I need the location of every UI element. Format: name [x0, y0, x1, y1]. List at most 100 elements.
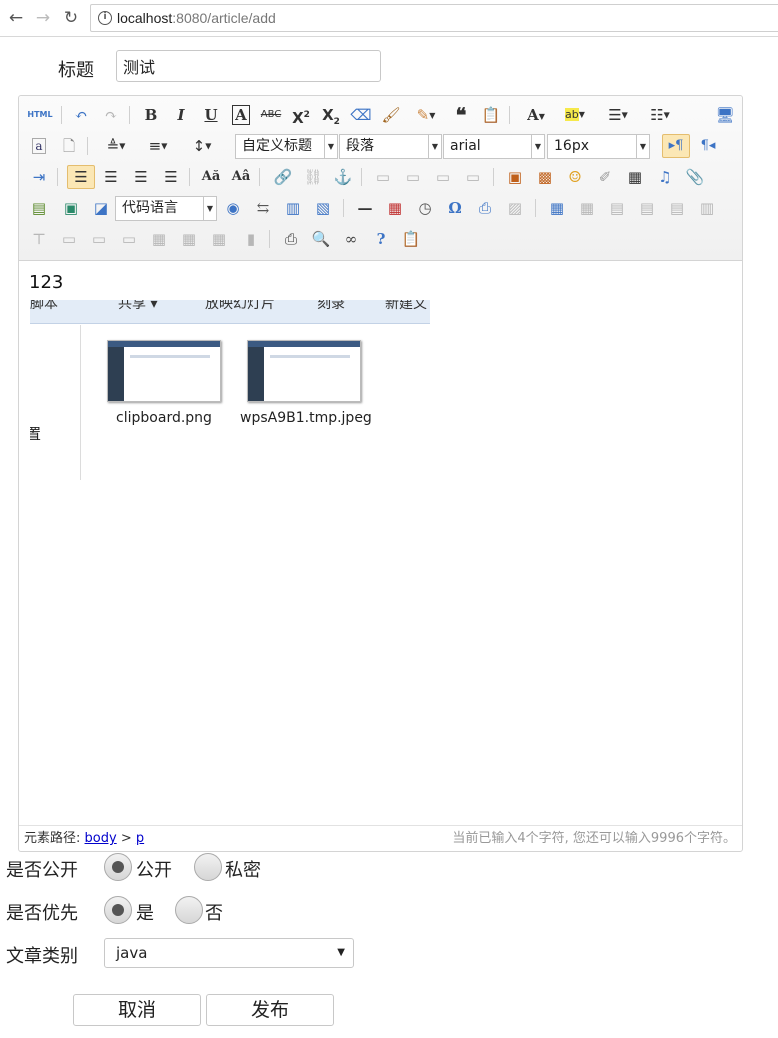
ltr-direction-icon[interactable]: ▸¶	[662, 134, 690, 158]
split-to-rows-icon[interactable]: ▦	[177, 227, 201, 251]
strikethrough-icon[interactable]: ABC	[259, 103, 283, 127]
align-right-icon[interactable]: ☰	[129, 165, 153, 189]
insert-row-icon[interactable]: ▤	[635, 196, 659, 220]
horizontal-rule-icon[interactable]: —	[353, 196, 377, 220]
time-icon[interactable]: ◷	[413, 196, 437, 220]
drafts-icon[interactable]: 📋	[399, 227, 423, 251]
indent-icon[interactable]: ⇥	[27, 165, 51, 189]
search-replace-icon[interactable]: ∞	[339, 227, 363, 251]
priority-no-radio[interactable]	[175, 896, 203, 924]
split-to-cols-icon[interactable]: ▦	[207, 227, 231, 251]
template-icon[interactable]: ▥	[281, 196, 305, 220]
attachment-icon[interactable]: 📎	[683, 165, 707, 189]
image-left-icon[interactable]: ▭	[401, 165, 425, 189]
delete-table-icon[interactable]: ▦	[575, 196, 599, 220]
directionality-icon[interactable]: a	[27, 134, 51, 158]
image-center-icon[interactable]: ▭	[461, 165, 485, 189]
superscript-icon[interactable]: X2	[289, 103, 313, 127]
music-icon[interactable]: ♫	[653, 165, 677, 189]
forward-icon[interactable]: →	[32, 7, 54, 29]
insert-paragraph-before-table-icon[interactable]: ▤	[605, 196, 629, 220]
editor-content-text[interactable]: 123	[29, 272, 63, 293]
cancel-button[interactable]: 取消	[73, 994, 201, 1026]
blockquote-icon[interactable]: ❝	[449, 103, 473, 127]
pasted-screenshot-image[interactable]: 脚本 共享 ▾ 放映幻灯片 刻录 新建文 置 clipboard.png wps…	[30, 300, 430, 480]
align-justify-icon[interactable]: ☰	[159, 165, 183, 189]
paragraph-select[interactable]: 段落 ▼	[339, 134, 442, 159]
preview-icon[interactable]: 🔍	[309, 227, 333, 251]
unlink-icon[interactable]: ⛓	[301, 165, 325, 189]
fullscreen-icon[interactable]: 🖥	[713, 103, 737, 127]
code-language-select[interactable]: 代码语言 ▼	[115, 196, 217, 221]
rowspacing-bottom-icon[interactable]: ≡▼	[139, 134, 177, 158]
print-icon[interactable]: ⎙	[279, 227, 303, 251]
background-color-icon[interactable]: ab▼	[557, 103, 593, 127]
insert-video-icon[interactable]: ▦	[623, 165, 647, 189]
format-brush-icon[interactable]: 🖌	[379, 103, 403, 127]
font-border-icon[interactable]: A	[229, 103, 253, 127]
redo-icon[interactable]: ↷	[99, 103, 123, 127]
paste-plain-icon[interactable]: 📋	[479, 103, 503, 127]
autotypeset-icon[interactable]: ✎▼	[409, 103, 443, 127]
public-radio[interactable]	[104, 853, 132, 881]
category-select[interactable]: java ▼	[104, 938, 354, 968]
underline-icon[interactable]: U	[199, 103, 223, 127]
font-family-select[interactable]: arial ▼	[443, 134, 545, 159]
merge-cells-icon[interactable]: ▭	[57, 227, 81, 251]
delete-row-icon[interactable]: ▤	[665, 196, 689, 220]
background-icon[interactable]: ▧	[311, 196, 335, 220]
align-left-icon[interactable]: ☰	[67, 165, 95, 189]
subscript-icon[interactable]: X2	[319, 103, 343, 127]
path-p-link[interactable]: p	[136, 831, 144, 846]
image-none-icon[interactable]: ▭	[371, 165, 395, 189]
title-input[interactable]	[116, 50, 381, 82]
unordered-list-icon[interactable]: ☷▼	[641, 103, 679, 127]
simple-upload-icon[interactable]: ▣	[503, 165, 527, 189]
insert-code-icon[interactable]: ◉	[221, 196, 245, 220]
date-icon[interactable]: ▦	[383, 196, 407, 220]
page-break-icon[interactable]: ⇆	[251, 196, 275, 220]
path-body-link[interactable]: body	[85, 831, 117, 846]
insert-frame-icon[interactable]: ◪	[89, 196, 113, 220]
reload-icon[interactable]: ↻	[60, 7, 82, 29]
delete-col-icon[interactable]: ⊤	[27, 227, 51, 251]
link-icon[interactable]: 🔗	[271, 165, 295, 189]
font-size-select[interactable]: 16px ▼	[547, 134, 650, 159]
priority-yes-radio[interactable]	[104, 896, 132, 924]
help-icon[interactable]: ?	[369, 227, 393, 251]
align-center-icon[interactable]: ☰	[99, 165, 123, 189]
bold-icon[interactable]: B	[139, 103, 163, 127]
rowspacing-top-icon[interactable]: ≜▼	[97, 134, 135, 158]
ordered-list-icon[interactable]: ☰▼	[599, 103, 637, 127]
insert-table-icon[interactable]: ▦	[545, 196, 569, 220]
undo-icon[interactable]: ↶	[69, 103, 93, 127]
to-lowercase-icon[interactable]: Aâ	[229, 165, 253, 189]
to-uppercase-icon[interactable]: Aă	[199, 165, 223, 189]
emotion-icon[interactable]: ☺	[563, 165, 587, 189]
gmap-icon[interactable]: ▣	[59, 196, 83, 220]
html-source-button[interactable]: HTML	[25, 103, 55, 127]
font-color-icon[interactable]: A▼	[519, 103, 553, 127]
map-icon[interactable]: ▤	[27, 196, 51, 220]
charts-icon[interactable]: ▮	[239, 227, 263, 251]
wordimage-icon[interactable]: ⎙	[473, 196, 497, 220]
address-bar[interactable]: i localhost:8080/article/add	[90, 4, 778, 32]
merge-down-icon[interactable]: ▭	[117, 227, 141, 251]
insert-image-icon[interactable]: ▩	[533, 165, 557, 189]
image-right-icon[interactable]: ▭	[431, 165, 455, 189]
scrawl-icon[interactable]: ✐	[593, 165, 617, 189]
publish-button[interactable]: 发布	[206, 994, 334, 1026]
anchor-icon[interactable]: ⚓	[331, 165, 355, 189]
merge-right-icon[interactable]: ▭	[87, 227, 111, 251]
new-document-icon[interactable]: 🗋	[57, 134, 81, 158]
split-to-cells-icon[interactable]: ▦	[147, 227, 171, 251]
lineheight-icon[interactable]: ↕▼	[183, 134, 221, 158]
private-radio[interactable]	[194, 853, 222, 881]
info-icon[interactable]: i	[98, 11, 112, 25]
italic-icon[interactable]: I	[169, 103, 193, 127]
custom-heading-select[interactable]: 自定义标题 ▼	[235, 134, 338, 159]
back-icon[interactable]: ←	[5, 7, 27, 29]
snapscreen-icon[interactable]: ▨	[503, 196, 527, 220]
insert-col-icon[interactable]: ▥	[695, 196, 719, 220]
special-chars-icon[interactable]: Ω	[443, 196, 467, 220]
